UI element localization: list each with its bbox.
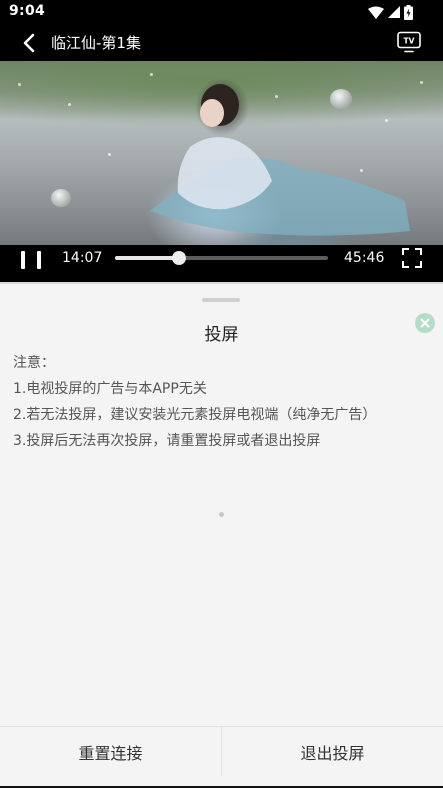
note-line: 1.电视投屏的广告与本APP无关 [13, 381, 207, 397]
reset-connection-button[interactable]: 重置连接 [0, 727, 221, 776]
battery-icon [404, 4, 413, 20]
sheet-title: 投屏 [204, 325, 239, 345]
wifi-icon [368, 6, 384, 19]
seek-thumb[interactable] [171, 251, 186, 265]
seek-progress [115, 256, 179, 260]
exit-cast-button[interactable]: 退出投屏 [222, 727, 443, 776]
player-title-bar: 临江仙-第1集 TV [0, 24, 443, 61]
fullscreen-button[interactable] [401, 247, 423, 269]
video-frame[interactable] [0, 61, 443, 245]
note-heading: 注意： [13, 355, 55, 371]
close-icon [420, 318, 430, 328]
sheet-actions: 重置连接 退出投屏 [0, 726, 443, 776]
pause-icon [21, 251, 25, 269]
sheet-drag-handle[interactable] [202, 298, 240, 302]
status-time: 9:04 [9, 3, 46, 19]
tv-icon-label: TV [404, 37, 415, 46]
cell-signal-icon [388, 6, 400, 18]
video-title: 临江仙-第1集 [51, 34, 141, 52]
tv-icon: TV [397, 31, 421, 53]
current-time: 14:07 [62, 250, 103, 266]
close-button[interactable] [415, 313, 435, 333]
cast-sheet: 投屏 注意： 1.电视投屏的广告与本APP无关 2.若无法投屏，建议安装光元素投… [0, 282, 443, 788]
pause-icon [37, 251, 41, 269]
pause-button[interactable] [21, 249, 41, 271]
loading-indicator [219, 512, 224, 517]
cast-notes: 注意： 1.电视投屏的广告与本APP无关 2.若无法投屏，建议安装光元素投屏电视… [13, 350, 376, 454]
back-button[interactable] [16, 30, 42, 56]
total-time: 45:46 [344, 250, 385, 266]
fullscreen-icon [402, 248, 422, 268]
tv-cast-button[interactable]: TV [395, 29, 423, 55]
chevron-left-icon [23, 33, 35, 53]
video-figure [150, 84, 410, 236]
player-controls: 14:07 45:46 [0, 245, 443, 282]
seek-bar[interactable] [115, 251, 328, 265]
note-line: 3.投屏后无法再次投屏，请重置投屏或者退出投屏 [13, 433, 321, 449]
status-bar: 9:04 [0, 0, 443, 24]
note-line: 2.若无法投屏，建议安装光元素投屏电视端（纯净无广告） [13, 407, 377, 423]
status-icons [368, 4, 413, 20]
